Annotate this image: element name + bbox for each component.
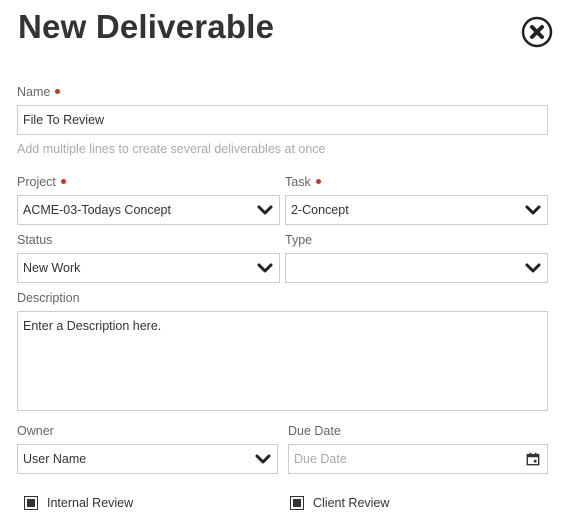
type-select[interactable] [285,253,548,283]
checkbox-box [290,496,304,510]
due-date-label: Due Date [288,424,341,438]
name-hint: Add multiple lines to create several del… [17,142,326,156]
name-label: Name [17,85,61,99]
required-indicator [60,179,66,185]
status-label: Status [17,233,53,247]
required-indicator [55,89,61,95]
task-select-value: 2-Concept [291,203,349,217]
internal-review-checkbox[interactable]: Internal Review [24,496,133,510]
description-value: Enter a Description here. [23,319,162,333]
client-review-label: Client Review [313,496,390,510]
project-select-value: ACME-03-Todays Concept [23,203,171,217]
name-input-value: File To Review [23,113,105,127]
name-input[interactable]: File To Review [17,105,548,135]
owner-label: Owner [17,424,54,438]
type-label: Type [285,233,313,247]
internal-review-label: Internal Review [47,496,134,510]
client-review-checkbox[interactable]: Client Review [290,496,389,510]
owner-select-value: User Name [23,452,87,466]
status-select[interactable]: New Work [17,253,280,283]
task-label: Task [285,175,321,189]
project-select[interactable]: ACME-03-Todays Concept [17,195,280,225]
due-date-input[interactable]: Due Date [288,444,548,474]
due-date-placeholder: Due Date [294,452,347,466]
calendar-icon[interactable] [526,452,540,466]
description-label: Description [17,291,80,305]
owner-select[interactable]: User Name [17,444,278,474]
chevron-down-icon [255,454,271,464]
chevron-down-icon [257,205,273,215]
chevron-down-icon [257,263,273,273]
dialog-title: New Deliverable [18,8,275,45]
chevron-down-icon [525,263,541,273]
chevron-down-icon [525,205,541,215]
project-label: Project [17,175,66,189]
checkbox-box [24,496,38,510]
task-select[interactable]: 2-Concept [285,195,548,225]
description-textarea[interactable]: Enter a Description here. [17,311,548,411]
required-indicator [315,179,321,185]
close-icon[interactable] [521,16,553,48]
status-select-value: New Work [23,261,81,275]
